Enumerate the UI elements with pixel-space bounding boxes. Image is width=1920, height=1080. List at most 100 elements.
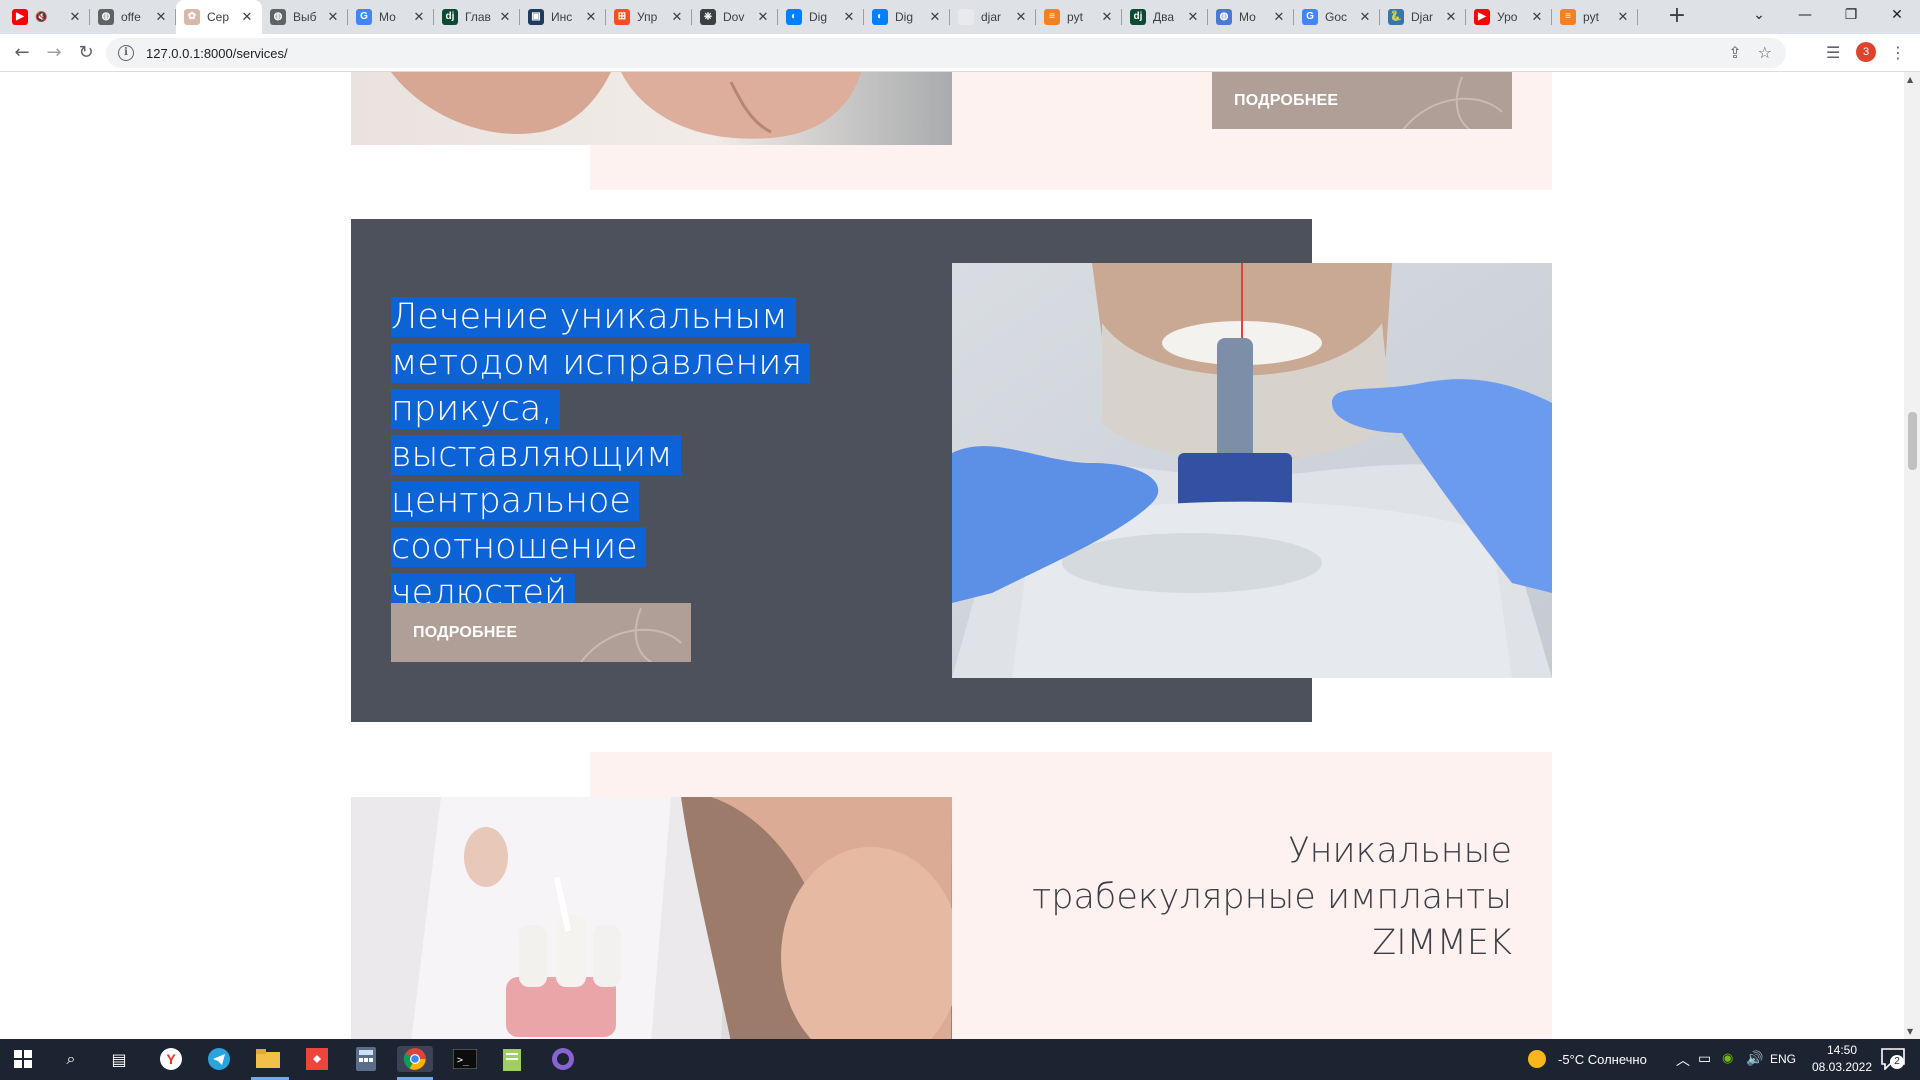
bookmark-star-icon[interactable]: ☆ bbox=[1758, 43, 1772, 62]
tab-title: Djar bbox=[1411, 10, 1434, 24]
tab-close-icon[interactable]: ✕ bbox=[842, 9, 856, 25]
reading-list-icon[interactable]: ☰ bbox=[1826, 43, 1840, 62]
url-text[interactable]: 127.0.0.1:8000/services/ bbox=[146, 46, 288, 61]
close-window-button[interactable]: ✕ bbox=[1874, 0, 1920, 30]
telegram-icon[interactable] bbox=[206, 1046, 232, 1072]
tab-close-icon[interactable]: ✕ bbox=[1616, 9, 1630, 25]
address-bar[interactable]: i 127.0.0.1:8000/services/ ⇪ ☆ bbox=[106, 38, 1786, 68]
tab-close-icon[interactable]: ✕ bbox=[670, 9, 684, 25]
browser-tab[interactable]: ◍ Выб ✕ bbox=[262, 0, 348, 34]
task-view-icon[interactable]: ▤ bbox=[106, 1046, 132, 1072]
tab-close-icon[interactable]: ✕ bbox=[1100, 9, 1114, 25]
globe-icon: ◍ bbox=[270, 9, 286, 25]
tab-close-icon[interactable]: ✕ bbox=[498, 9, 512, 25]
browser-tab-strip: ▶ 🔇 ✕ ◍ offe ✕ ✿ Сер ✕ ◍ Выб ✕ G Мо ✕ dj Глав ✕ ▣ Инс ✕ ⊞ Упр ✕… bbox=[0, 0, 1920, 34]
tab-title: offe bbox=[121, 10, 141, 24]
calculator-icon[interactable] bbox=[353, 1046, 379, 1072]
tab-title: Мо bbox=[379, 10, 396, 24]
tab-close-icon[interactable]: ✕ bbox=[1444, 9, 1458, 25]
tab-close-icon[interactable]: ✕ bbox=[1530, 9, 1544, 25]
tab-title: Два bbox=[1153, 10, 1175, 24]
browser-tab[interactable]: 🐍 Djar ✕ bbox=[1380, 0, 1466, 34]
search-icon[interactable]: ⌕ bbox=[58, 1046, 84, 1072]
browser-tab[interactable]: ◍ offe ✕ bbox=[90, 0, 176, 34]
tab-search-icon[interactable]: ⌄ bbox=[1736, 0, 1782, 30]
menu-kebab-icon[interactable]: ⋮ bbox=[1890, 43, 1906, 62]
browser-tab[interactable]: G Goc ✕ bbox=[1294, 0, 1380, 34]
tab-close-icon[interactable]: ✕ bbox=[1186, 9, 1200, 25]
weather-text[interactable]: -5°C Солнечно bbox=[1558, 1052, 1647, 1067]
site-info-icon[interactable]: i bbox=[118, 45, 134, 61]
windows-start-icon[interactable] bbox=[10, 1046, 36, 1072]
page-scrollbar[interactable]: ▲ ▼ bbox=[1904, 72, 1920, 1039]
tab-close-icon[interactable]: ✕ bbox=[928, 9, 942, 25]
minimize-button[interactable]: — bbox=[1782, 0, 1828, 30]
scroll-thumb[interactable] bbox=[1908, 412, 1917, 470]
service-1-more-button[interactable]: ПОДРОБНЕЕ bbox=[1212, 72, 1512, 129]
browser-tab[interactable]: ✿ Сер ✕ bbox=[176, 0, 262, 34]
yandex-browser-icon[interactable]: Y bbox=[158, 1046, 184, 1072]
browser-tab[interactable]: G Мо ✕ bbox=[348, 0, 434, 34]
tab-close-icon[interactable]: ✕ bbox=[412, 9, 426, 25]
tab-title: djar bbox=[981, 10, 1002, 24]
reload-icon[interactable]: ↻ bbox=[72, 39, 100, 67]
volume-icon[interactable]: 🔊 bbox=[1746, 1050, 1763, 1067]
clock-date[interactable]: 08.03.2022 bbox=[1808, 1060, 1876, 1074]
browser-tab[interactable]: ◍ Мо ✕ bbox=[1208, 0, 1294, 34]
browser-tab[interactable]: ⊞ Упр ✕ bbox=[606, 0, 692, 34]
share-icon[interactable]: ⇪ bbox=[1728, 43, 1741, 62]
tab-close-icon[interactable]: ✕ bbox=[326, 9, 340, 25]
browser-tab[interactable]: ▶ 🔇 ✕ bbox=[4, 0, 90, 34]
forward-arrow-icon[interactable]: → bbox=[40, 39, 68, 67]
digitalocean-icon: ◐ bbox=[786, 9, 802, 25]
file-explorer-icon[interactable] bbox=[255, 1046, 281, 1072]
tab-close-icon[interactable]: ✕ bbox=[154, 9, 168, 25]
more-button-label: ПОДРОБНЕЕ bbox=[1234, 91, 1339, 109]
nvidia-icon[interactable]: ◉ bbox=[1722, 1050, 1733, 1066]
browser-tab[interactable]: ≡ pyt ✕ bbox=[1552, 0, 1638, 34]
tab-close-icon[interactable]: ✕ bbox=[1358, 9, 1372, 25]
browser-tab[interactable]: ◐ Dig ✕ bbox=[778, 0, 864, 34]
restore-button[interactable]: ❐ bbox=[1828, 0, 1874, 30]
tab-close-icon[interactable]: ✕ bbox=[68, 9, 82, 25]
back-arrow-icon[interactable]: ← bbox=[8, 39, 36, 67]
terminal-icon[interactable]: >_ bbox=[452, 1046, 478, 1072]
tab-close-icon[interactable]: ✕ bbox=[1014, 9, 1028, 25]
tab-close-icon[interactable]: ✕ bbox=[584, 9, 598, 25]
stackoverflow-icon: ≡ bbox=[1560, 9, 1576, 25]
tab-title: Упр bbox=[637, 10, 658, 24]
browser-tab[interactable]: dj Глав ✕ bbox=[434, 0, 520, 34]
notepad-plus-icon[interactable] bbox=[500, 1046, 526, 1072]
network-icon[interactable]: ▭ bbox=[1698, 1050, 1711, 1067]
weather-sun-icon[interactable] bbox=[1524, 1046, 1550, 1072]
browser-tab[interactable]: djar ✕ bbox=[950, 0, 1036, 34]
tab-title: pyt bbox=[1067, 10, 1084, 24]
profile-avatar[interactable]: 3 bbox=[1856, 42, 1876, 62]
service-2-more-button[interactable]: ПОДРОБНЕЕ bbox=[391, 603, 691, 662]
chrome-icon[interactable] bbox=[397, 1046, 433, 1072]
github-desktop-icon[interactable] bbox=[550, 1046, 576, 1072]
anydesk-icon[interactable] bbox=[304, 1046, 330, 1072]
notification-count-badge: 2 bbox=[1890, 1055, 1904, 1069]
browser-tab[interactable]: dj Два ✕ bbox=[1122, 0, 1208, 34]
clock-time[interactable]: 14:50 bbox=[1808, 1043, 1876, 1057]
browser-tab[interactable]: ▣ Инс ✕ bbox=[520, 0, 606, 34]
tab-title: Goc bbox=[1325, 10, 1348, 24]
tab-close-icon[interactable]: ✕ bbox=[240, 9, 254, 25]
browser-tab[interactable]: ≡ pyt ✕ bbox=[1036, 0, 1122, 34]
language-indicator[interactable]: ENG bbox=[1770, 1052, 1796, 1066]
tab-close-icon[interactable]: ✕ bbox=[1272, 9, 1286, 25]
scroll-down-arrow-icon[interactable]: ▼ bbox=[1907, 1027, 1913, 1036]
windows-icon: ⊞ bbox=[614, 9, 630, 25]
tray-expand-icon[interactable]: ︿ bbox=[1676, 1050, 1690, 1070]
muted-speaker-icon[interactable]: 🔇 bbox=[35, 12, 47, 23]
tab-title: pyt bbox=[1583, 10, 1600, 24]
tab-close-icon[interactable]: ✕ bbox=[756, 9, 770, 25]
tab-title: Dig bbox=[809, 10, 828, 24]
browser-tab[interactable]: ▶ Уро ✕ bbox=[1466, 0, 1552, 34]
new-tab-button[interactable]: + bbox=[1664, 5, 1690, 29]
browser-tab[interactable]: ⎈ Dov ✕ bbox=[692, 0, 778, 34]
browser-tab[interactable]: ◐ Dig ✕ bbox=[864, 0, 950, 34]
python-icon: 🐍 bbox=[1388, 9, 1404, 25]
scroll-up-arrow-icon[interactable]: ▲ bbox=[1907, 75, 1913, 84]
